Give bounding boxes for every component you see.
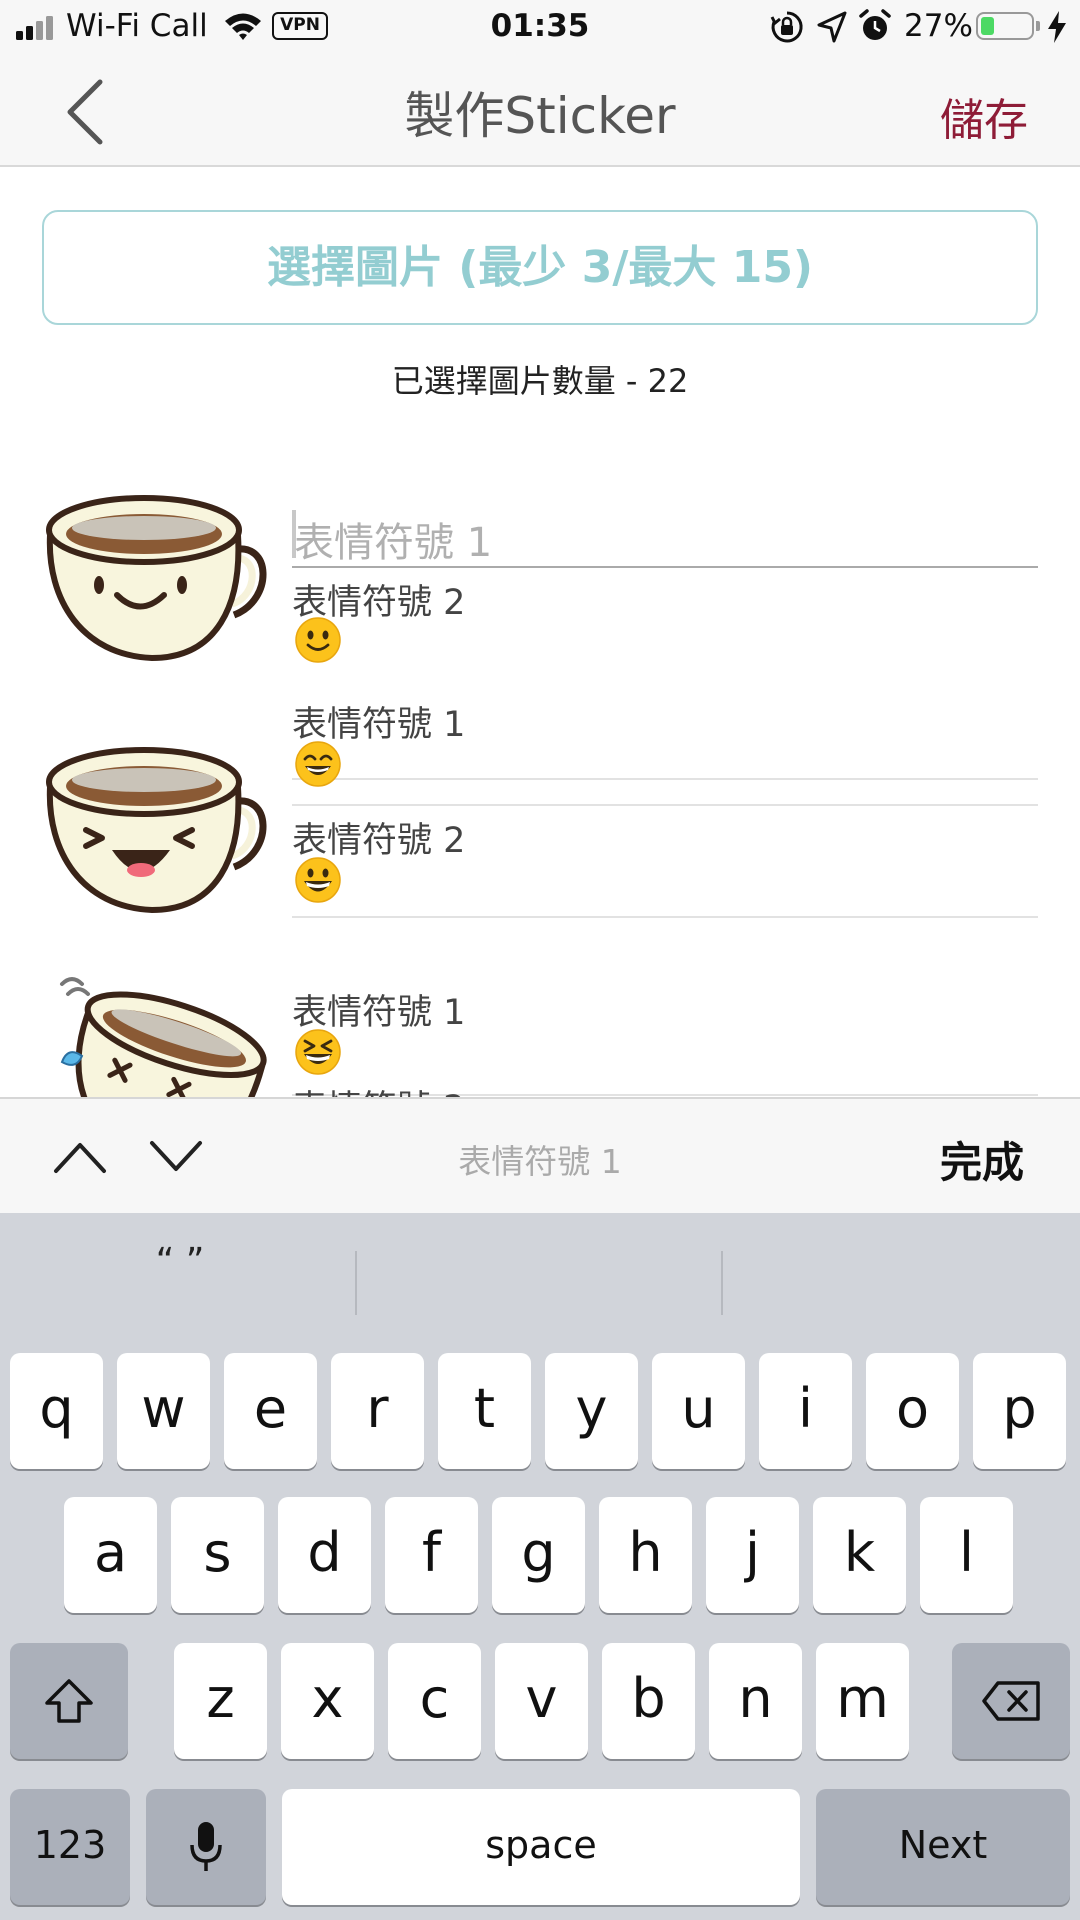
- save-button[interactable]: 儲存: [940, 84, 1028, 148]
- shift-key[interactable]: [10, 1643, 128, 1759]
- key-x[interactable]: x: [281, 1643, 374, 1759]
- microphone-icon: [190, 1822, 222, 1871]
- key-e[interactable]: e: [224, 1353, 317, 1469]
- done-button[interactable]: 完成: [940, 1129, 1024, 1190]
- space-key[interactable]: space: [282, 1789, 800, 1905]
- key-b[interactable]: b: [602, 1643, 695, 1759]
- sticker-list[interactable]: 表情符號 1 表情符號 2 表情符號 1 表情符號 2 表情符號 1: [0, 480, 1080, 1097]
- key-l[interactable]: l: [920, 1497, 1013, 1613]
- status-bar: Wi-Fi Call VPN 01:35 27%: [0, 0, 1080, 56]
- delete-key[interactable]: [952, 1643, 1070, 1759]
- key-a[interactable]: a: [64, 1497, 157, 1613]
- key-w[interactable]: w: [117, 1353, 210, 1469]
- key-g[interactable]: g: [492, 1497, 585, 1613]
- numbers-key[interactable]: 123: [10, 1789, 130, 1905]
- keyboard-accessory-bar: 表情符號 1 完成: [0, 1097, 1080, 1213]
- key-r[interactable]: r: [331, 1353, 424, 1469]
- key-v[interactable]: v: [495, 1643, 588, 1759]
- location-arrow-icon: [817, 11, 847, 43]
- alarm-clock-icon: [859, 9, 891, 40]
- next-key[interactable]: Next: [816, 1789, 1070, 1905]
- key-o[interactable]: o: [866, 1353, 959, 1469]
- backspace-icon: [982, 1681, 1040, 1721]
- key-y[interactable]: y: [545, 1353, 638, 1469]
- emoji-input-1-1-active[interactable]: 表情符號 1: [292, 506, 1038, 568]
- key-s[interactable]: s: [171, 1497, 264, 1613]
- key-d[interactable]: d: [278, 1497, 371, 1613]
- key-k[interactable]: k: [813, 1497, 906, 1613]
- key-u[interactable]: u: [652, 1353, 745, 1469]
- emoji-field-3-2[interactable]: 表情符號 2: [292, 1080, 1038, 1097]
- selected-count-label: 已選擇圖片數量 - 22: [391, 362, 689, 400]
- dictation-key[interactable]: [146, 1789, 266, 1905]
- key-z[interactable]: z: [174, 1643, 267, 1759]
- key-m[interactable]: m: [816, 1643, 909, 1759]
- rotation-lock-icon: [770, 11, 803, 43]
- grinning-squinting-face-emoji: [295, 1029, 341, 1075]
- battery-percent: 27%: [904, 8, 973, 44]
- row-divider: [292, 804, 1038, 806]
- shift-arrow-icon: [45, 1679, 93, 1723]
- key-h[interactable]: h: [599, 1497, 692, 1613]
- emoji-field-2-2[interactable]: 表情符號 2: [292, 812, 1038, 918]
- suggestion-bar: “ ”: [0, 1213, 1080, 1321]
- keyboard: “ ” qwertyuiop asdfghjkl zxcvbnm 123 space…: [0, 1213, 1080, 1920]
- quote-suggestion[interactable]: “ ”: [0, 1241, 360, 1282]
- key-j[interactable]: j: [706, 1497, 799, 1613]
- smiling-coffee-cup-sticker[interactable]: [42, 490, 272, 670]
- navigation-bar: 製作Sticker 儲存: [0, 56, 1080, 167]
- key-q[interactable]: q: [10, 1353, 103, 1469]
- select-images-button[interactable]: 選擇圖片 (最少 3/最大 15): [42, 210, 1038, 325]
- key-c[interactable]: c: [388, 1643, 481, 1759]
- key-t[interactable]: t: [438, 1353, 531, 1469]
- key-n[interactable]: n: [709, 1643, 802, 1759]
- key-p[interactable]: p: [973, 1353, 1066, 1469]
- suggestion-divider: [721, 1251, 723, 1315]
- emoji-field-2-1[interactable]: 表情符號 1: [292, 578, 1038, 806]
- grinning-face-emoji: [295, 857, 341, 903]
- emoji-field-3-1[interactable]: 表情符號 1: [292, 984, 1038, 1096]
- current-field-label: 表情符號 1: [458, 1142, 622, 1181]
- row-divider: [292, 778, 1038, 780]
- row-divider: [292, 916, 1038, 918]
- key-f[interactable]: f: [385, 1497, 478, 1613]
- suggestion-divider: [355, 1251, 357, 1315]
- battery-icon: [976, 12, 1034, 40]
- dizzy-coffee-cup-sticker[interactable]: [42, 966, 272, 1097]
- key-i[interactable]: i: [759, 1353, 852, 1469]
- battery-tip: [1036, 21, 1040, 31]
- laughing-coffee-cup-sticker[interactable]: [42, 742, 272, 922]
- page-title: 製作Sticker: [404, 87, 676, 145]
- grinning-squinting-eyes-emoji: [295, 741, 341, 787]
- charging-bolt-icon: [1048, 11, 1066, 43]
